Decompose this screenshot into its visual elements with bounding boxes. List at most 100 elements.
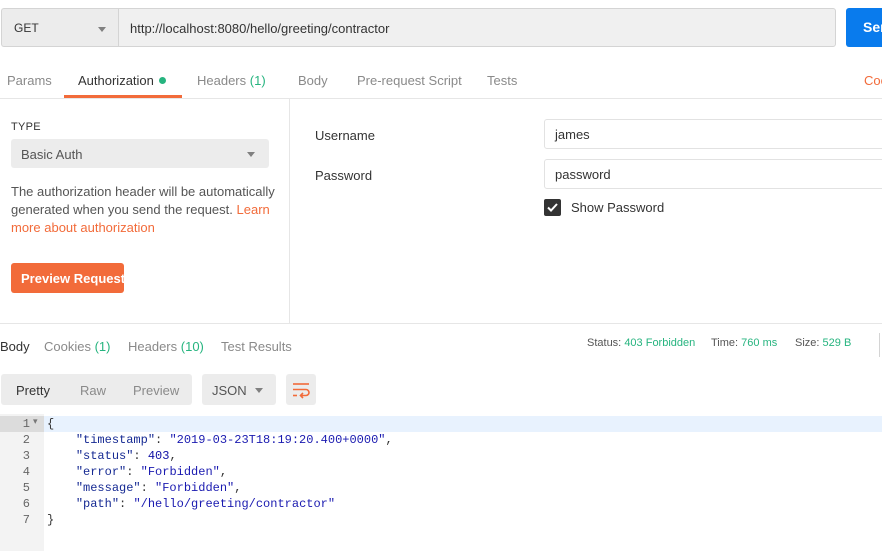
chevron-down-icon bbox=[255, 388, 263, 393]
active-indicator-dot bbox=[158, 77, 166, 84]
size-value: 529 B bbox=[822, 337, 852, 349]
method-select[interactable]: GET bbox=[1, 8, 118, 47]
username-value: james bbox=[555, 127, 590, 142]
cookies-link[interactable]: Cookies bbox=[864, 73, 882, 88]
tab-label: Body bbox=[0, 339, 30, 354]
auth-type-value: Basic Auth bbox=[21, 147, 83, 162]
line-number: 7 bbox=[22, 513, 30, 527]
tab-response-cookies[interactable]: Cookies (1) bbox=[44, 339, 110, 354]
code-text: } bbox=[47, 513, 55, 527]
view-mode-pretty[interactable]: Pretty bbox=[16, 383, 50, 398]
tab-count: (1) bbox=[94, 339, 111, 354]
code-line: "path": "/hello/greeting/contractor" bbox=[75, 497, 336, 511]
time-value: 760 ms bbox=[741, 337, 778, 349]
tab-tests[interactable]: Tests bbox=[487, 73, 517, 88]
tab-label: Authorization bbox=[78, 73, 154, 88]
time-info: Time: 760 ms bbox=[711, 337, 777, 349]
tab-body[interactable]: Body bbox=[298, 73, 328, 88]
auth-credentials-panel: Username james Password password Show Pa… bbox=[290, 99, 882, 324]
password-field[interactable]: password bbox=[544, 159, 882, 189]
tab-label: Tests bbox=[487, 73, 518, 88]
chevron-down-icon bbox=[98, 27, 106, 32]
password-label: Password bbox=[315, 168, 373, 183]
tab-test-results[interactable]: Test Results bbox=[221, 339, 292, 354]
code-text: { bbox=[47, 417, 55, 431]
tab-params[interactable]: Params bbox=[7, 73, 52, 88]
request-bar: GET http://localhost:8080/hello/greeting… bbox=[0, 0, 882, 56]
code-line: { bbox=[47, 417, 54, 431]
tab-headers[interactable]: Headers (1) bbox=[197, 73, 266, 88]
json-key: "status" bbox=[75, 449, 134, 463]
line-number: 2 bbox=[22, 433, 30, 447]
tab-label: Headers bbox=[197, 73, 247, 88]
show-password-checkbox[interactable] bbox=[544, 199, 561, 216]
tab-label: Body bbox=[298, 73, 328, 88]
view-mode-preview[interactable]: Preview bbox=[133, 383, 179, 398]
code-line: "status": 403, bbox=[75, 449, 177, 463]
json-value: "Forbidden" bbox=[155, 481, 235, 495]
size-info: Size: 529 B bbox=[795, 337, 851, 349]
password-value: password bbox=[555, 167, 611, 182]
tab-pre-request-script[interactable]: Pre-request Script bbox=[357, 73, 462, 88]
response-body-editor[interactable]: 1 ▾ { 2 "timestamp": "2019-03-23T18:19:2… bbox=[0, 414, 882, 551]
line-number: 3 bbox=[22, 449, 30, 463]
json-value: "2019-03-23T18:19:20.400+0000" bbox=[169, 433, 386, 447]
format-select[interactable]: JSON bbox=[202, 374, 276, 405]
view-mode-raw[interactable]: Raw bbox=[80, 383, 106, 398]
chevron-down-icon bbox=[247, 152, 255, 157]
username-field[interactable]: james bbox=[544, 119, 882, 149]
auth-description-text: The authorization header will be automat… bbox=[11, 184, 275, 217]
show-password-label[interactable]: Show Password bbox=[571, 200, 664, 215]
tab-count: (10) bbox=[180, 339, 204, 354]
url-input[interactable]: http://localhost:8080/hello/greeting/con… bbox=[118, 8, 836, 47]
request-tabs: Params Authorization Headers (1) Body Pr… bbox=[0, 64, 882, 99]
tab-label: Headers bbox=[128, 339, 178, 354]
line-number: 5 bbox=[22, 481, 30, 495]
tab-response-headers[interactable]: Headers (10) bbox=[128, 339, 204, 354]
json-key: "message" bbox=[75, 481, 141, 495]
active-line-highlight bbox=[44, 416, 882, 432]
wrap-lines-button[interactable] bbox=[286, 374, 316, 405]
line-number: 1 bbox=[22, 417, 30, 431]
auth-type-panel: TYPE Basic Auth The authorization header… bbox=[0, 99, 290, 324]
tab-authorization[interactable]: Authorization bbox=[78, 73, 166, 88]
username-label: Username bbox=[315, 128, 375, 143]
json-value: "Forbidden" bbox=[140, 465, 220, 479]
line-number: 4 bbox=[22, 465, 30, 479]
tab-label: Params bbox=[7, 73, 52, 88]
code-line: } bbox=[47, 513, 54, 527]
auth-description: The authorization header will be automat… bbox=[11, 183, 279, 237]
wrap-lines-icon bbox=[293, 383, 310, 399]
view-mode-group: Pretty Raw Preview bbox=[1, 374, 192, 405]
tab-count: (1) bbox=[249, 73, 266, 88]
preview-request-label: Preview Request bbox=[21, 271, 126, 286]
send-label: Send bbox=[863, 19, 882, 35]
status-value: 403 Forbidden bbox=[624, 337, 696, 349]
status-label: Status: bbox=[587, 337, 622, 349]
json-key: "timestamp" bbox=[75, 433, 156, 447]
method-value: GET bbox=[14, 21, 39, 35]
preview-request-button[interactable]: Preview Request bbox=[11, 263, 126, 293]
time-label: Time: bbox=[711, 337, 739, 349]
line-number: 6 bbox=[22, 497, 30, 511]
url-value: http://localhost:8080/hello/greeting/con… bbox=[130, 21, 390, 36]
type-label: TYPE bbox=[11, 121, 41, 133]
tab-label: Pre-request Script bbox=[357, 73, 462, 88]
size-label: Size: bbox=[795, 337, 820, 349]
fold-arrow-icon[interactable]: ▾ bbox=[33, 417, 38, 427]
code-line: "error": "Forbidden", bbox=[75, 465, 228, 479]
json-key: "path" bbox=[75, 497, 120, 511]
status-info: Status: 403 Forbidden bbox=[587, 337, 695, 349]
active-tab-underline bbox=[64, 95, 182, 98]
checkmark-icon bbox=[547, 203, 558, 212]
format-value: JSON bbox=[212, 383, 247, 398]
code-line: "timestamp": "2019-03-23T18:19:20.400+00… bbox=[75, 433, 393, 447]
tab-label: Cookies bbox=[44, 339, 91, 354]
tab-label: Test Results bbox=[221, 339, 292, 354]
response-toolbar: Pretty Raw Preview JSON bbox=[0, 374, 882, 406]
send-button[interactable]: Send bbox=[846, 8, 882, 47]
json-key: "error" bbox=[75, 465, 127, 479]
auth-type-select[interactable]: Basic Auth bbox=[11, 139, 269, 168]
tab-response-body[interactable]: Body bbox=[0, 339, 30, 354]
response-tabs: Body Cookies (1) Headers (10) Test Resul… bbox=[0, 324, 882, 366]
